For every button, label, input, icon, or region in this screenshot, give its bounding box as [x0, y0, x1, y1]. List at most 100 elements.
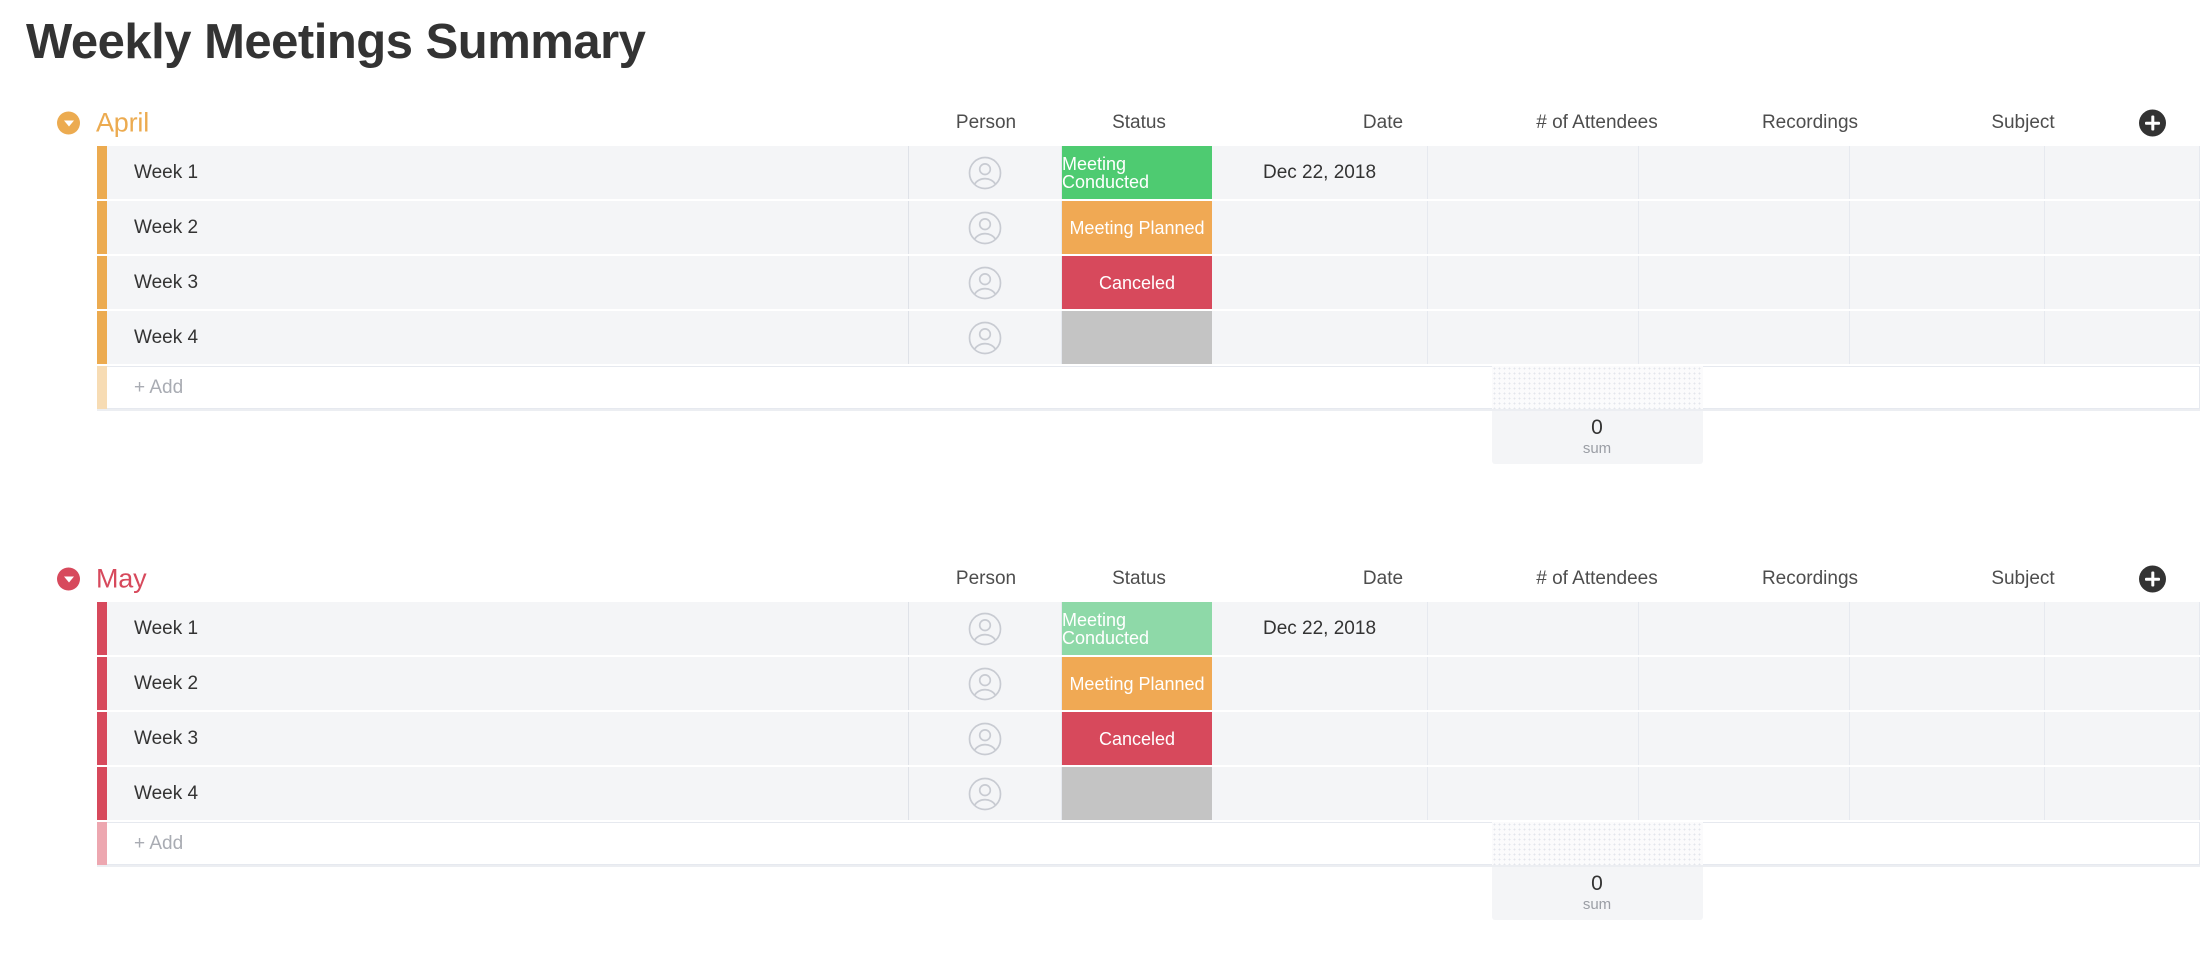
cell-attendees[interactable] — [1428, 256, 1639, 310]
cell-date[interactable] — [1212, 712, 1428, 766]
column-header-attendees[interactable]: # of Attendees — [1487, 568, 1707, 590]
column-header-subject[interactable]: Subject — [1913, 112, 2133, 134]
person-avatar-icon[interactable] — [968, 667, 1002, 701]
person-avatar-icon[interactable] — [968, 266, 1002, 300]
cell-date[interactable] — [1212, 657, 1428, 711]
column-header-status[interactable]: Status — [1029, 112, 1249, 134]
cell-status[interactable]: Meeting Planned — [1062, 657, 1212, 711]
cell-status[interactable]: Canceled — [1062, 256, 1212, 310]
cell-date[interactable] — [1212, 311, 1428, 365]
add-row[interactable]: + Add — [97, 822, 2200, 868]
person-avatar-icon[interactable] — [968, 612, 1002, 646]
status-badge[interactable]: Canceled — [1062, 712, 1212, 766]
cell-subject[interactable] — [1850, 146, 2045, 200]
table-row[interactable]: Week 4 — [97, 767, 2200, 823]
cell-person[interactable] — [909, 602, 1062, 656]
cell-item-name[interactable]: Week 1 — [107, 146, 909, 200]
cell-recordings[interactable] — [1639, 311, 1850, 365]
cell-subject[interactable] — [1850, 712, 2045, 766]
column-header-subject[interactable]: Subject — [1913, 568, 2133, 590]
person-avatar-icon[interactable] — [968, 722, 1002, 756]
cell-date[interactable] — [1212, 767, 1428, 821]
table-row[interactable]: Week 2 Meeting Planned — [97, 201, 2200, 257]
table-row[interactable]: Week 2 Meeting Planned — [97, 657, 2200, 713]
column-header-date[interactable]: Date — [1273, 112, 1493, 134]
cell-attendees[interactable] — [1428, 201, 1639, 255]
plus-circle-icon[interactable] — [2139, 109, 2166, 137]
cell-date[interactable] — [1212, 201, 1428, 255]
summary-cell-attendees[interactable]: 0 sum — [1491, 867, 1703, 921]
cell-recordings[interactable] — [1639, 657, 1850, 711]
status-badge[interactable]: Meeting Planned — [1062, 201, 1212, 255]
cell-attendees[interactable] — [1428, 602, 1639, 656]
person-avatar-icon[interactable] — [968, 211, 1002, 245]
cell-person[interactable] — [909, 256, 1062, 310]
cell-status[interactable]: Meeting Conducted — [1062, 146, 1212, 200]
cell-recordings[interactable] — [1639, 201, 1850, 255]
table-row[interactable]: Week 4 — [97, 311, 2200, 367]
cell-subject[interactable] — [1850, 767, 2045, 821]
column-header-date[interactable]: Date — [1273, 568, 1493, 590]
cell-item-name[interactable]: Week 2 — [107, 657, 909, 711]
plus-circle-icon[interactable] — [2139, 565, 2166, 593]
table-row[interactable]: Week 3 Canceled — [97, 256, 2200, 312]
cell-status[interactable]: Canceled — [1062, 712, 1212, 766]
cell-status[interactable]: Meeting Planned — [1062, 201, 1212, 255]
add-row[interactable]: + Add — [97, 366, 2200, 412]
cell-date[interactable] — [1212, 256, 1428, 310]
cell-attendees[interactable] — [1428, 712, 1639, 766]
cell-subject[interactable] — [1850, 256, 2045, 310]
cell-extra[interactable] — [2045, 146, 2200, 200]
cell-item-name[interactable]: Week 1 — [107, 602, 909, 656]
cell-item-name[interactable]: Week 3 — [107, 256, 909, 310]
table-row[interactable]: Week 1 Meeting Conducted Dec 22, 2018 — [97, 146, 2200, 202]
summary-cell-attendees[interactable]: 0 sum — [1491, 411, 1703, 465]
status-badge[interactable]: Meeting Conducted — [1062, 146, 1212, 200]
status-badge[interactable]: Meeting Conducted — [1062, 602, 1212, 656]
cell-item-name[interactable]: Week 3 — [107, 712, 909, 766]
cell-status[interactable] — [1062, 767, 1212, 821]
table-row[interactable]: Week 3 Canceled — [97, 712, 2200, 768]
cell-person[interactable] — [909, 311, 1062, 365]
column-header-recordings[interactable]: Recordings — [1700, 112, 1920, 134]
status-badge[interactable] — [1062, 311, 1212, 365]
cell-extra[interactable] — [2045, 712, 2200, 766]
cell-extra[interactable] — [2045, 602, 2200, 656]
cell-person[interactable] — [909, 201, 1062, 255]
cell-person[interactable] — [909, 146, 1062, 200]
cell-status[interactable] — [1062, 311, 1212, 365]
status-badge[interactable]: Canceled — [1062, 256, 1212, 310]
cell-attendees[interactable] — [1428, 657, 1639, 711]
cell-subject[interactable] — [1850, 311, 2045, 365]
cell-recordings[interactable] — [1639, 767, 1850, 821]
person-avatar-icon[interactable] — [968, 156, 1002, 190]
cell-extra[interactable] — [2045, 201, 2200, 255]
cell-extra[interactable] — [2045, 657, 2200, 711]
cell-subject[interactable] — [1850, 657, 2045, 711]
status-badge[interactable] — [1062, 767, 1212, 821]
cell-person[interactable] — [909, 657, 1062, 711]
cell-recordings[interactable] — [1639, 256, 1850, 310]
person-avatar-icon[interactable] — [968, 321, 1002, 355]
cell-attendees[interactable] — [1428, 146, 1639, 200]
cell-date[interactable]: Dec 22, 2018 — [1212, 146, 1428, 200]
cell-subject[interactable] — [1850, 602, 2045, 656]
cell-extra[interactable] — [2045, 767, 2200, 821]
cell-status[interactable]: Meeting Conducted — [1062, 602, 1212, 656]
status-badge[interactable]: Meeting Planned — [1062, 657, 1212, 711]
cell-date[interactable]: Dec 22, 2018 — [1212, 602, 1428, 656]
cell-item-name[interactable]: Week 4 — [107, 311, 909, 365]
cell-attendees[interactable] — [1428, 311, 1639, 365]
column-header-attendees[interactable]: # of Attendees — [1487, 112, 1707, 134]
cell-person[interactable] — [909, 712, 1062, 766]
add-row-button[interactable]: + Add — [107, 822, 2200, 866]
column-header-status[interactable]: Status — [1029, 568, 1249, 590]
cell-recordings[interactable] — [1639, 146, 1850, 200]
cell-item-name[interactable]: Week 4 — [107, 767, 909, 821]
cell-item-name[interactable]: Week 2 — [107, 201, 909, 255]
column-header-recordings[interactable]: Recordings — [1700, 568, 1920, 590]
person-avatar-icon[interactable] — [968, 777, 1002, 811]
cell-attendees[interactable] — [1428, 767, 1639, 821]
cell-person[interactable] — [909, 767, 1062, 821]
cell-extra[interactable] — [2045, 311, 2200, 365]
